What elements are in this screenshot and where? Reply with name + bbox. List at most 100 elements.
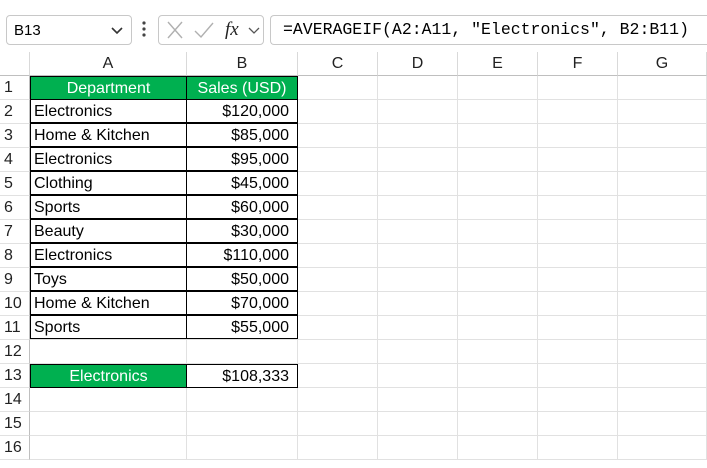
cell[interactable] (538, 124, 618, 148)
cell[interactable] (378, 220, 458, 244)
cell[interactable] (538, 436, 618, 460)
cell[interactable] (378, 316, 458, 340)
name-box[interactable]: B13 (6, 15, 132, 45)
table-cell-department[interactable]: Electronics (30, 147, 187, 171)
result-label[interactable]: Electronics (30, 364, 187, 388)
table-cell-department[interactable]: Home & Kitchen (30, 123, 187, 147)
cell[interactable] (30, 436, 187, 460)
cell[interactable] (458, 340, 538, 364)
cell[interactable] (458, 100, 538, 124)
row-header-6[interactable]: 6 (0, 196, 30, 220)
column-header-g[interactable]: G (618, 52, 707, 76)
cell[interactable] (378, 244, 458, 268)
cell[interactable] (458, 172, 538, 196)
table-cell-sales[interactable]: $50,000 (186, 267, 298, 291)
cell[interactable] (378, 100, 458, 124)
row-header-16[interactable]: 16 (0, 436, 30, 460)
cell[interactable] (30, 340, 187, 364)
cell[interactable] (298, 268, 378, 292)
table-cell-department[interactable]: Electronics (30, 243, 187, 267)
table-header-department[interactable]: Department (30, 76, 187, 100)
cell[interactable] (378, 196, 458, 220)
cell[interactable] (378, 412, 458, 436)
table-cell-sales[interactable]: $70,000 (186, 291, 298, 315)
cell[interactable] (298, 292, 378, 316)
table-header-sales[interactable]: Sales (USD) (186, 76, 298, 100)
cancel-icon[interactable] (163, 16, 187, 44)
cell[interactable] (458, 268, 538, 292)
column-header-e[interactable]: E (458, 52, 538, 76)
cell[interactable] (538, 76, 618, 100)
row-header-13[interactable]: 13 (0, 364, 30, 388)
enter-check-icon[interactable] (191, 16, 217, 44)
row-header-2[interactable]: 2 (0, 100, 30, 124)
cell[interactable] (538, 268, 618, 292)
cell[interactable] (458, 292, 538, 316)
cell[interactable] (618, 196, 707, 220)
row-header-9[interactable]: 9 (0, 268, 30, 292)
cell[interactable] (538, 148, 618, 172)
cell[interactable] (298, 196, 378, 220)
cell[interactable] (618, 388, 707, 412)
cell[interactable] (458, 196, 538, 220)
cell[interactable] (618, 436, 707, 460)
cell[interactable] (378, 148, 458, 172)
column-header-b[interactable]: B (187, 52, 298, 76)
row-header-7[interactable]: 7 (0, 220, 30, 244)
table-cell-department[interactable]: Beauty (30, 219, 187, 243)
cell[interactable] (618, 292, 707, 316)
column-header-a[interactable]: A (30, 52, 187, 76)
insert-function-icon[interactable]: fx (225, 19, 239, 41)
cell[interactable] (298, 100, 378, 124)
cell[interactable] (538, 340, 618, 364)
table-cell-sales[interactable]: $110,000 (186, 243, 298, 267)
cell[interactable] (187, 436, 298, 460)
cell[interactable] (378, 364, 458, 388)
table-cell-sales[interactable]: $85,000 (186, 123, 298, 147)
cell[interactable] (538, 364, 618, 388)
cell[interactable] (458, 76, 538, 100)
column-header-d[interactable]: D (378, 52, 458, 76)
cell[interactable] (298, 148, 378, 172)
cell[interactable] (298, 436, 378, 460)
cell[interactable] (538, 220, 618, 244)
cell[interactable] (378, 124, 458, 148)
cell[interactable] (618, 244, 707, 268)
cell[interactable] (458, 436, 538, 460)
table-cell-sales[interactable]: $45,000 (186, 171, 298, 195)
cell[interactable] (298, 316, 378, 340)
cell[interactable] (618, 268, 707, 292)
row-header-14[interactable]: 14 (0, 388, 30, 412)
cell[interactable] (618, 100, 707, 124)
cell[interactable] (187, 340, 298, 364)
row-header-10[interactable]: 10 (0, 292, 30, 316)
cell[interactable] (30, 388, 187, 412)
cell[interactable] (458, 244, 538, 268)
cell[interactable] (187, 388, 298, 412)
chevron-down-icon[interactable] (109, 21, 125, 39)
cell[interactable] (298, 244, 378, 268)
cell[interactable] (378, 388, 458, 412)
cell[interactable] (298, 340, 378, 364)
cell[interactable] (298, 172, 378, 196)
cell[interactable] (618, 124, 707, 148)
cell[interactable] (618, 220, 707, 244)
cell[interactable] (378, 172, 458, 196)
result-value-selected-cell[interactable]: $108,333 (186, 364, 298, 388)
cell[interactable] (538, 244, 618, 268)
cell[interactable] (298, 364, 378, 388)
column-header-f[interactable]: F (538, 52, 618, 76)
table-cell-department[interactable]: Sports (30, 195, 187, 219)
cell[interactable] (618, 364, 707, 388)
row-header-15[interactable]: 15 (0, 412, 30, 436)
cell[interactable] (618, 76, 707, 100)
cell[interactable] (378, 76, 458, 100)
cell[interactable] (378, 340, 458, 364)
cell[interactable] (618, 340, 707, 364)
select-all-corner[interactable] (0, 52, 30, 76)
cell[interactable] (458, 412, 538, 436)
table-cell-department[interactable]: Toys (30, 267, 187, 291)
table-cell-sales[interactable]: $120,000 (186, 99, 298, 123)
table-cell-department[interactable]: Clothing (30, 171, 187, 195)
cell[interactable] (458, 388, 538, 412)
